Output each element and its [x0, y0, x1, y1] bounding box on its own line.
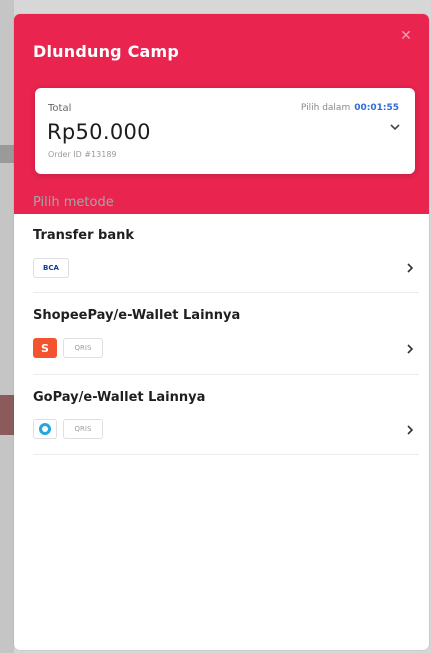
- shopeepay-logo: S: [33, 338, 57, 358]
- method-logos: BCA: [33, 258, 69, 278]
- payment-modal: Dlundung Camp ✕ Total Rp50.000 Order ID …: [14, 14, 429, 650]
- bca-logo-text: BCA: [43, 264, 59, 272]
- pay-within-label: Pilih dalam: [300, 103, 351, 113]
- qris-logo: QRIS: [63, 419, 103, 439]
- pay-deadline: Pilih dalam 00:01:55: [301, 103, 399, 113]
- bca-logo: BCA: [33, 258, 69, 278]
- merchant-name: Dlundung Camp: [33, 42, 180, 61]
- chevron-right-icon[interactable]: [405, 424, 415, 436]
- qris-logo: QRIS: [63, 338, 103, 358]
- gopay-icon: [39, 423, 51, 435]
- qris-logo-text: QRIS: [74, 344, 92, 352]
- chevron-right-icon[interactable]: [405, 262, 415, 274]
- method-title: GoPay/e-Wallet Lainnya: [33, 390, 206, 405]
- qris-logo-text: QRIS: [74, 425, 92, 433]
- shopeepay-logo-text: S: [41, 341, 49, 355]
- gopay-logo: [33, 419, 57, 439]
- method-title: Transfer bank: [33, 228, 135, 243]
- method-heading: Pilih metode: [33, 195, 114, 210]
- countdown-timer: 00:01:55: [354, 103, 399, 113]
- chevron-right-icon[interactable]: [405, 343, 415, 355]
- backdrop-fragment: [0, 145, 14, 163]
- backdrop-fragment: [0, 395, 14, 435]
- total-label: Total: [48, 103, 72, 114]
- screen: Dlundung Camp ✕ Total Rp50.000 Order ID …: [0, 0, 431, 653]
- total-amount: Rp50.000: [47, 120, 151, 144]
- method-logos: QRIS: [33, 419, 103, 439]
- method-title: ShopeePay/e-Wallet Lainnya: [33, 308, 241, 323]
- payment-method-shopeepay[interactable]: ShopeePay/e-Wallet Lainnya S QRIS: [33, 308, 419, 375]
- backdrop-edge: [0, 0, 14, 653]
- payment-method-gopay[interactable]: GoPay/e-Wallet Lainnya QRIS: [33, 390, 419, 455]
- close-icon[interactable]: ✕: [398, 28, 414, 44]
- payment-method-bank-transfer[interactable]: Transfer bank BCA: [33, 228, 419, 293]
- order-id: Order ID #13189: [48, 150, 117, 159]
- chevron-down-icon[interactable]: [388, 122, 402, 132]
- order-summary-card[interactable]: Total Rp50.000 Order ID #13189 Pilih dal…: [35, 88, 415, 174]
- method-logos: S QRIS: [33, 338, 103, 358]
